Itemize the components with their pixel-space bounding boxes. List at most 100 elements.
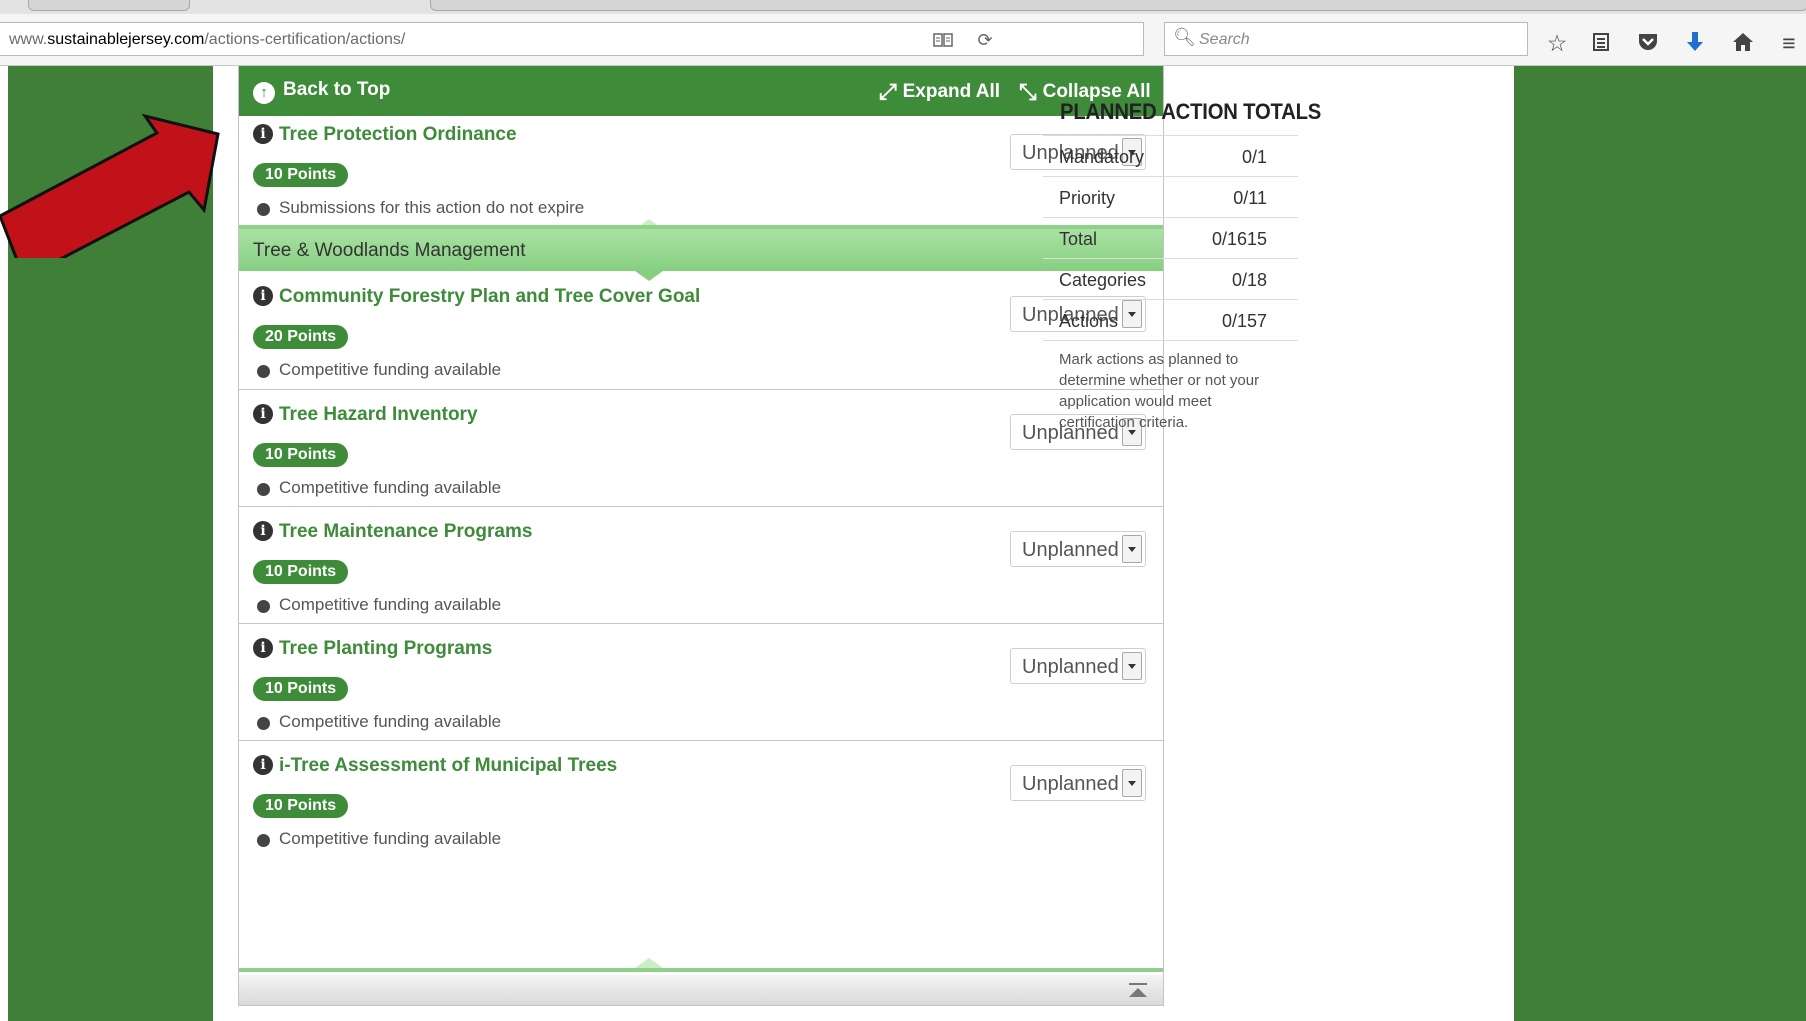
action-title[interactable]: Tree Maintenance Programs (279, 521, 532, 543)
download-icon[interactable] (1678, 28, 1712, 58)
bullet-icon (257, 483, 270, 496)
info-icon[interactable]: i (253, 286, 273, 306)
chevron-down-icon[interactable] (1122, 535, 1142, 563)
bookmarks-list-icon[interactable] (1584, 28, 1618, 58)
row-separator (239, 389, 1163, 390)
bullet-icon (257, 600, 270, 613)
status-select[interactable]: Unplanned (1010, 531, 1146, 567)
section-notch (635, 958, 663, 968)
info-icon[interactable]: i (253, 755, 273, 775)
search-bar[interactable]: 🔍︎ Search (1164, 22, 1528, 56)
back-to-top-label: Back to Top (283, 79, 391, 100)
info-icon[interactable]: i (253, 404, 273, 424)
totals-label: Mandatory (1059, 147, 1145, 167)
annotation-arrow (0, 113, 220, 258)
action-note: Competitive funding available (279, 829, 502, 848)
collapse-icon: ⤡ (1019, 79, 1037, 104)
action-row: i Tree Maintenance Programs 10 Points Co… (239, 513, 1163, 630)
expand-all-label: Expand All (902, 81, 1001, 102)
bullet-icon (257, 717, 270, 730)
url-path: /actions-certification/actions/ (204, 31, 406, 48)
chevron-down-icon[interactable] (1122, 652, 1142, 680)
action-note: Competitive funding available (279, 595, 502, 614)
action-row: i Tree Hazard Inventory 10 Points Compet… (239, 396, 1163, 513)
reader-view-icon[interactable] (928, 27, 958, 53)
points-badge: 10 Points (253, 560, 349, 584)
arrow-up-circle-icon: ↑ (253, 82, 275, 104)
totals-label: Total (1059, 229, 1098, 249)
action-title[interactable]: Tree Protection Ordinance (279, 124, 517, 146)
search-placeholder: Search (1199, 31, 1250, 48)
back-to-top-link[interactable]: ↑ Back to Top (253, 79, 390, 104)
totals-label: Priority (1059, 188, 1116, 208)
action-title[interactable]: i-Tree Assessment of Municipal Trees (279, 755, 617, 777)
list-toolbar: ↑ Back to Top ⤢ Expand All ⤡ Collapse All (239, 66, 1163, 116)
action-row: i Tree Planting Programs 10 Points Compe… (239, 630, 1163, 747)
status-select[interactable]: Unplanned (1010, 765, 1146, 801)
expand-all-link[interactable]: ⤢ Expand All (879, 79, 1000, 105)
info-icon[interactable]: i (253, 521, 273, 541)
info-icon[interactable]: i (253, 638, 273, 658)
points-badge: 10 Points (253, 163, 349, 187)
tab-strip (0, 0, 1806, 14)
browser-tab-active[interactable] (430, 0, 1806, 11)
status-select-value: Unplanned (1022, 656, 1119, 678)
action-title[interactable]: Tree Hazard Inventory (279, 404, 478, 426)
action-row: i Tree Protection Ordinance 10 Points Su… (239, 116, 1163, 226)
totals-row: Actions 0/157 (1043, 299, 1298, 341)
menu-icon[interactable]: ≡ (1774, 28, 1804, 58)
action-row: i Community Forestry Plan and Tree Cover… (239, 278, 1163, 395)
url-prefix: www. (9, 31, 48, 48)
scroll-to-top-icon[interactable] (1129, 983, 1147, 999)
totals-row: Mandatory 0/1 (1043, 135, 1298, 176)
url-bar[interactable]: www.sustainablejersey.com/actions-certif… (0, 22, 1144, 56)
actions-list: ↑ Back to Top ⤢ Expand All ⤡ Collapse All i… (238, 66, 1164, 1006)
status-select-value: Unplanned (1022, 539, 1119, 561)
url-domain: sustainablejersey.com (47, 31, 205, 48)
totals-note: Mark actions as planned to determine whe… (1059, 351, 1260, 431)
totals-row: Categories 0/18 (1043, 258, 1298, 299)
status-select[interactable]: Unplanned (1010, 648, 1146, 684)
points-badge: 10 Points (253, 443, 349, 467)
totals-label: Actions (1059, 311, 1119, 331)
expand-icon: ⤢ (879, 79, 897, 104)
search-icon: 🔍︎ (1173, 27, 1196, 47)
points-badge: 20 Points (253, 325, 349, 349)
points-badge: 10 Points (253, 794, 349, 818)
totals-value: 0/11 (1233, 188, 1267, 208)
bullet-icon (257, 203, 270, 216)
row-separator (239, 740, 1163, 741)
action-row: i i-Tree Assessment of Municipal Trees 1… (239, 747, 1163, 864)
action-note: Submissions for this action do not expir… (279, 198, 585, 217)
bookmark-star-icon[interactable]: ☆ (1540, 28, 1574, 58)
totals-row: Total 0/1615 (1043, 217, 1298, 258)
totals-label: Categories (1059, 270, 1147, 290)
action-title[interactable]: Tree Planting Programs (279, 638, 492, 660)
action-note: Competitive funding available (279, 360, 502, 379)
url-text: www.sustainablejersey.com/actions-certif… (9, 31, 405, 49)
action-note: Competitive funding available (279, 478, 502, 497)
category-label: Tree & Woodlands Management (253, 240, 526, 261)
totals-value: 0/1615 (1211, 229, 1267, 249)
info-icon[interactable]: i (253, 124, 273, 144)
content-area: ↑ Back to Top ⤢ Expand All ⤡ Collapse All i… (213, 66, 1514, 1021)
action-title[interactable]: Community Forestry Plan and Tree Cover G… (279, 286, 700, 308)
bullet-icon (257, 834, 270, 847)
row-separator (239, 506, 1163, 507)
home-icon[interactable] (1726, 28, 1760, 58)
totals-title: PLANNED ACTION TOTALS (1060, 99, 1322, 124)
pocket-icon[interactable] (1631, 28, 1665, 58)
navigation-toolbar: www.sustainablejersey.com/actions-certif… (0, 14, 1806, 66)
points-badge: 10 Points (253, 677, 349, 701)
totals-table: Mandatory 0/1 Priority 0/11 Total 0/1615… (1043, 135, 1298, 341)
section-divider (239, 968, 1163, 972)
reload-icon[interactable]: ⟳ (970, 27, 1000, 53)
category-header[interactable]: Tree & Woodlands Management (239, 229, 1163, 271)
browser-tab[interactable] (28, 0, 190, 11)
list-footer (239, 975, 1163, 1005)
totals-value: 0/1 (1241, 147, 1267, 167)
chevron-down-icon[interactable] (1122, 769, 1142, 797)
bullet-icon (257, 365, 270, 378)
action-note: Competitive funding available (279, 712, 502, 731)
totals-row: Priority 0/11 (1043, 176, 1298, 217)
